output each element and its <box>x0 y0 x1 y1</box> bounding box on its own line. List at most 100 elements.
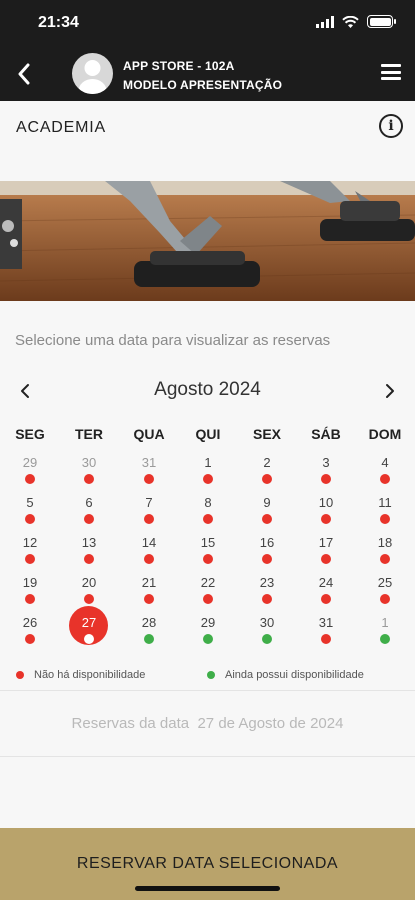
unavailable-dot-icon <box>144 554 154 564</box>
calendar-day-number: 27 <box>81 615 97 630</box>
calendar-day[interactable]: 19 <box>7 575 53 611</box>
calendar-day-number: 30 <box>81 455 97 470</box>
calendar-day-number: 15 <box>200 535 216 550</box>
calendar-day[interactable]: 28 <box>126 615 172 651</box>
avatar[interactable] <box>72 53 113 94</box>
calendar-day-number: 26 <box>22 615 38 630</box>
calendar-day[interactable]: 26 <box>7 615 53 651</box>
calendar-day[interactable]: 18 <box>362 535 408 571</box>
calendar-day[interactable]: 29 <box>185 615 231 651</box>
info-icon[interactable]: i <box>379 114 403 138</box>
unavailable-dot-icon <box>203 474 213 484</box>
calendar-day[interactable]: 17 <box>303 535 349 571</box>
user-avatar-icon <box>78 60 107 94</box>
red-dot-icon <box>16 671 24 679</box>
calendar-day-number: 30 <box>259 615 275 630</box>
calendar-day-number: 13 <box>81 535 97 550</box>
calendar-day-number: 3 <box>322 455 330 470</box>
unavailable-dot-icon <box>84 594 94 604</box>
calendar-day[interactable]: 9 <box>244 495 290 531</box>
calendar-day[interactable]: 2 <box>244 455 290 491</box>
nav-bar: APP STORE - 102A MODELO APRESENTAÇÃO <box>0 48 415 101</box>
unavailable-dot-icon <box>203 514 213 524</box>
unavailable-dot-icon <box>380 554 390 564</box>
weekday-label: SEG <box>15 426 45 442</box>
weekday-label: SEX <box>252 426 281 442</box>
unavailable-dot-icon <box>321 634 331 644</box>
nav-title-line1: APP STORE - 102A <box>123 59 235 73</box>
calendar-day[interactable]: 8 <box>185 495 231 531</box>
calendar-day-selected[interactable]: 27 <box>66 606 112 651</box>
reservations-label: Reservas da data <box>71 715 190 732</box>
calendar-day[interactable]: 16 <box>244 535 290 571</box>
calendar-day-number: 31 <box>318 615 334 630</box>
weekday-header: SEG TER QUA QUI SEX SÁB DOM <box>0 426 415 446</box>
unavailable-dot-icon <box>203 594 213 604</box>
calendar-day[interactable]: 30 <box>66 455 112 491</box>
calendar-day[interactable]: 31 <box>303 615 349 651</box>
legend-unavailable-label: Não há disponibilidade <box>34 669 146 681</box>
calendar-day[interactable]: 22 <box>185 575 231 611</box>
unavailable-dot-icon <box>144 594 154 604</box>
calendar-day[interactable]: 25 <box>362 575 408 611</box>
calendar-day[interactable]: 15 <box>185 535 231 571</box>
calendar-day[interactable]: 21 <box>126 575 172 611</box>
calendar-day-number: 31 <box>141 455 157 470</box>
calendar-day-number: 24 <box>318 575 334 590</box>
back-button[interactable] <box>12 60 36 88</box>
battery-icon <box>367 15 396 28</box>
weekday-label: DOM <box>368 426 402 442</box>
legend-available-label: Ainda possui disponibilidade <box>225 669 364 681</box>
calendar-day[interactable]: 1 <box>185 455 231 491</box>
unavailable-dot-icon <box>321 554 331 564</box>
unavailable-dot-icon <box>262 474 272 484</box>
calendar-day[interactable]: 1 <box>362 615 408 651</box>
calendar-day-number: 10 <box>318 495 334 510</box>
calendar-day[interactable]: 24 <box>303 575 349 611</box>
calendar-day-number: 8 <box>204 495 212 510</box>
calendar-day[interactable]: 23 <box>244 575 290 611</box>
unavailable-dot-icon <box>380 474 390 484</box>
calendar-day[interactable]: 5 <box>7 495 53 531</box>
unavailable-dot-icon <box>262 514 272 524</box>
calendar-day-number: 6 <box>85 495 93 510</box>
calendar-day-number: 17 <box>318 535 334 550</box>
unavailable-dot-icon <box>84 474 94 484</box>
section-title: ACADEMIA <box>16 119 106 136</box>
calendar-day-number: 23 <box>259 575 275 590</box>
reservations-date-label: Reservas da data 27 de Agosto de 2024 <box>0 715 415 732</box>
month-label: Agosto 2024 <box>154 379 261 400</box>
calendar-day-number: 20 <box>81 575 97 590</box>
signal-icon <box>316 15 334 28</box>
calendar-day-number: 1 <box>381 615 389 630</box>
gym-equipment-image <box>0 181 415 301</box>
calendar-day[interactable]: 7 <box>126 495 172 531</box>
unavailable-dot-icon <box>144 514 154 524</box>
calendar-day-number: 9 <box>263 495 271 510</box>
available-dot-icon <box>144 634 154 644</box>
unavailable-dot-icon <box>321 474 331 484</box>
banner-image <box>0 181 415 301</box>
calendar-day[interactable]: 30 <box>244 615 290 651</box>
calendar-day[interactable]: 4 <box>362 455 408 491</box>
calendar-day-number: 14 <box>141 535 157 550</box>
hamburger-menu-icon[interactable] <box>381 64 401 82</box>
calendar-day[interactable]: 10 <box>303 495 349 531</box>
calendar-day[interactable]: 31 <box>126 455 172 491</box>
divider <box>0 756 415 757</box>
unavailable-dot-icon <box>262 594 272 604</box>
calendar-day[interactable]: 6 <box>66 495 112 531</box>
weekday-label: SÁB <box>311 426 341 442</box>
calendar-day[interactable]: 3 <box>303 455 349 491</box>
calendar-day[interactable]: 13 <box>66 535 112 571</box>
unavailable-dot-icon <box>25 474 35 484</box>
available-dot-icon <box>262 634 272 644</box>
calendar-day[interactable]: 11 <box>362 495 408 531</box>
calendar-day[interactable]: 12 <box>7 535 53 571</box>
next-month-button[interactable] <box>379 378 401 404</box>
section-header: ACADEMIA i <box>0 101 415 181</box>
calendar-day[interactable]: 29 <box>7 455 53 491</box>
unavailable-dot-icon <box>321 594 331 604</box>
calendar-day[interactable]: 14 <box>126 535 172 571</box>
selected-dot-icon <box>84 634 94 644</box>
